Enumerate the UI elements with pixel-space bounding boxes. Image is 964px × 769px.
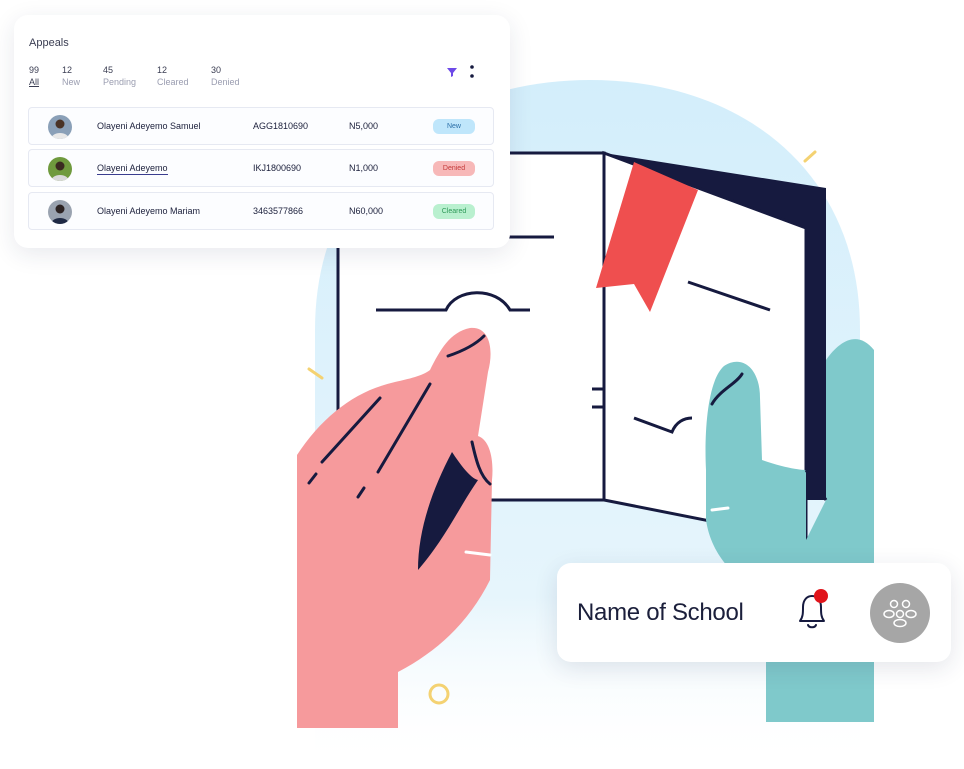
appeal-name: Olayeni Adeyemo Samuel (97, 121, 201, 131)
school-card: Name of School (557, 563, 951, 662)
stat-cleared-count: 12 (157, 65, 168, 75)
stat-pending-count: 45 (103, 65, 114, 75)
status-badge: Denied (433, 161, 475, 176)
appeal-code: AGG1810690 (253, 121, 309, 131)
appeal-code: 3463577866 (253, 206, 304, 216)
group-avatar[interactable] (870, 583, 930, 643)
appeal-name: Olayeni Adeyemo Mariam (97, 206, 201, 216)
stat-denied[interactable]: 30 Denied (211, 64, 240, 88)
stat-all[interactable]: 99 All (29, 64, 39, 88)
appeal-amount: N5,000 (349, 121, 379, 131)
appeals-card: Appeals 99 All 12 New 45 Pending 12 Clea… (14, 15, 510, 248)
status-badge: New (433, 119, 475, 134)
appeal-amount: N1,000 (349, 163, 379, 173)
appeal-row[interactable]: Olayeni Adeyemo IKJ1800690 N1,000 Denied (28, 149, 494, 187)
bell-icon[interactable] (791, 587, 833, 635)
stat-new-label: New (62, 77, 81, 87)
avatar (48, 157, 72, 181)
appeal-code: IKJ1800690 (253, 163, 302, 173)
appeal-name-link[interactable]: Olayeni Adeyemo (97, 163, 168, 175)
avatar (48, 115, 72, 139)
stat-pending-label: Pending (103, 77, 137, 87)
notification-dot (814, 589, 828, 603)
appeal-row[interactable]: Olayeni Adeyemo Samuel AGG1810690 N5,000… (28, 107, 494, 145)
stat-new-count: 12 (62, 65, 73, 75)
stat-all-label: All (29, 77, 40, 87)
stat-new[interactable]: 12 New (62, 64, 80, 88)
stat-all-count: 99 (29, 65, 40, 75)
filter-icon[interactable] (445, 65, 459, 79)
appeal-row[interactable]: Olayeni Adeyemo Mariam 3463577866 N60,00… (28, 192, 494, 230)
more-vertical-icon[interactable] (467, 64, 477, 80)
stat-denied-label: Denied (211, 77, 240, 87)
avatar (48, 200, 72, 224)
appeal-amount: N60,000 (349, 206, 384, 216)
school-name: Name of School (577, 599, 744, 626)
stat-cleared[interactable]: 12 Cleared (157, 64, 189, 88)
stat-cleared-label: Cleared (157, 77, 189, 87)
group-icon (883, 599, 917, 628)
stat-pending[interactable]: 45 Pending (103, 64, 136, 88)
stat-denied-count: 30 (211, 65, 222, 75)
status-badge: Cleared (433, 204, 475, 219)
appeals-title: Appeals (29, 37, 69, 49)
